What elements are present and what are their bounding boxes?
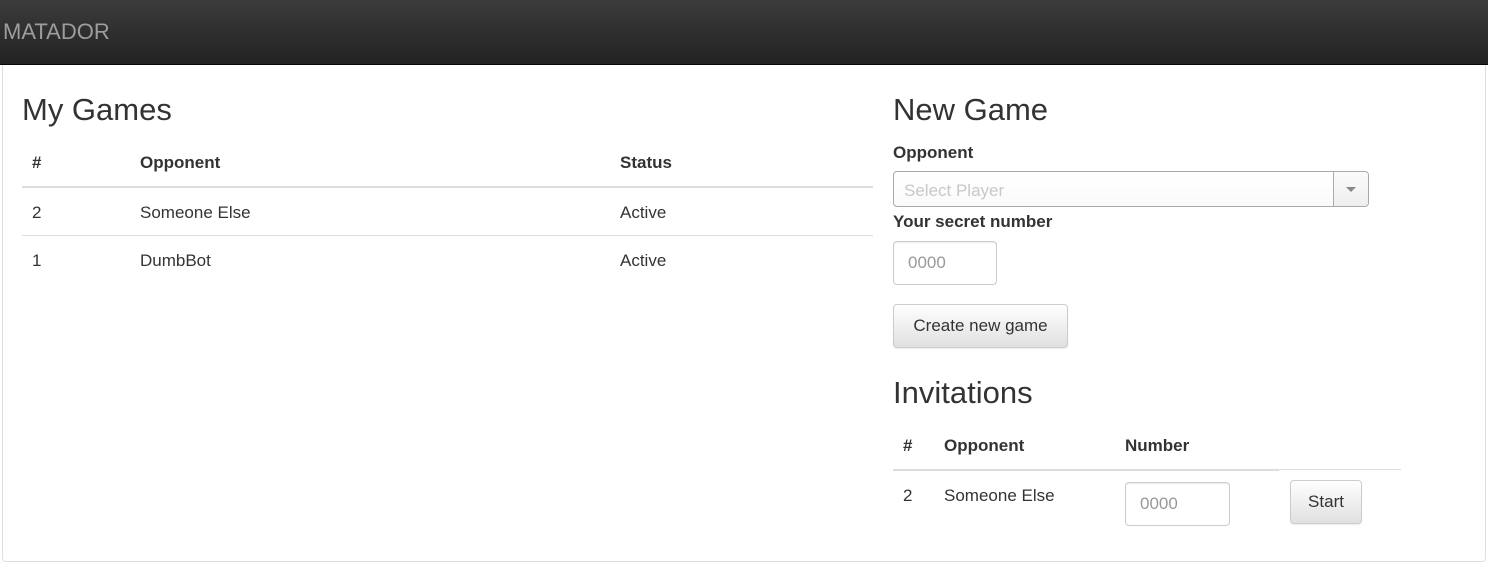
game-id: 1: [32, 251, 42, 270]
create-new-game-button[interactable]: Create new game: [893, 304, 1068, 348]
opponent-select[interactable]: Select Player: [893, 171, 1369, 207]
my-games-header-divider: [22, 186, 873, 188]
game-opponent[interactable]: DumbBot: [140, 251, 211, 271]
select-toggle[interactable]: [1333, 172, 1368, 206]
invitations-col-id: #: [903, 436, 913, 455]
chevron-down-icon: [1346, 187, 1356, 192]
my-games-col-id: #: [32, 153, 42, 172]
game-status: Active: [620, 251, 667, 270]
invitations-col-opponent: Opponent: [944, 436, 1025, 455]
game-opponent[interactable]: Someone Else: [140, 203, 251, 223]
invitations-col-number: Number: [1125, 436, 1190, 455]
game-id: 2: [32, 203, 42, 222]
invitation-opponent: Someone Else: [944, 486, 1055, 505]
new-game-title: New Game: [893, 92, 1049, 127]
game-status: Active: [620, 203, 667, 222]
invitations-header-divider-ext: [1279, 469, 1401, 470]
top-navbar: MATADOR: [0, 0, 1488, 65]
invitation-id: 2: [903, 486, 913, 505]
opponent-select-placeholder: Select Player: [904, 181, 1005, 200]
brand-logo-text[interactable]: MATADOR: [3, 19, 110, 45]
invitation-number-input[interactable]: [1125, 482, 1230, 526]
my-games-col-status: Status: [620, 153, 672, 172]
secret-number-label: Your secret number: [893, 212, 1053, 231]
main-panel: [2, 65, 1486, 562]
start-button[interactable]: Start: [1290, 480, 1362, 524]
my-games-col-opponent: Opponent: [140, 153, 221, 172]
invitations-title: Invitations: [893, 375, 1033, 410]
my-games-title: My Games: [22, 92, 172, 127]
opponent-label: Opponent: [893, 143, 974, 162]
invitations-header-divider: [893, 469, 1279, 471]
row-divider: [22, 235, 873, 236]
secret-number-input[interactable]: [893, 241, 997, 285]
